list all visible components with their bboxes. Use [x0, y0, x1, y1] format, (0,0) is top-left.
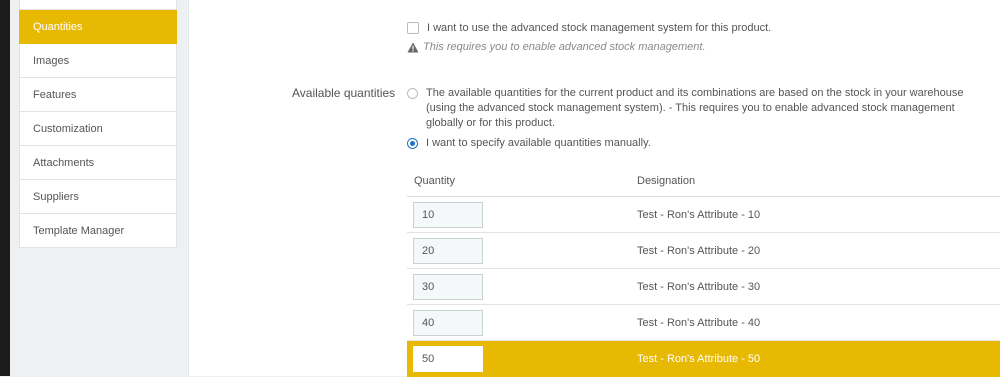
sidebar-top-item [19, 0, 177, 10]
radio-option-manual: I want to specify available quantities m… [407, 137, 651, 149]
table-row: Test - Ron's Attribute - 40 [407, 305, 1000, 341]
advanced-stock-row: I want to use the advanced stock managem… [407, 22, 771, 34]
table-row: Test - Ron's Attribute - 20 [407, 233, 1000, 269]
quantity-input[interactable] [413, 201, 483, 228]
available-quantities-label: Available quantities [292, 86, 396, 100]
sidebar-item-images[interactable]: Images [19, 44, 177, 78]
designation-cell: Test - Ron's Attribute - 30 [637, 280, 761, 293]
table-row-highlighted: Test - Ron's Attribute - 50 [407, 341, 1000, 377]
manual-radio-label[interactable]: I want to specify available quantities m… [426, 137, 651, 149]
advanced-stock-note: This requires you to enable advanced sto… [407, 41, 706, 53]
manual-radio[interactable] [407, 137, 418, 149]
quantity-input[interactable] [413, 309, 483, 336]
quantity-cell [407, 345, 637, 372]
left-edge-strip [0, 0, 10, 376]
warehouse-radio[interactable] [407, 88, 418, 99]
quantity-input[interactable] [413, 237, 483, 264]
quantity-input[interactable] [413, 345, 483, 372]
advanced-stock-checkbox[interactable] [407, 22, 419, 34]
quantities-table: Quantity Designation Test - Ron's Attrib… [407, 166, 1000, 377]
designation-cell: Test - Ron's Attribute - 10 [637, 208, 761, 221]
table-row: Test - Ron's Attribute - 10 [407, 197, 1000, 233]
sidebar-item-attachments[interactable]: Attachments [19, 146, 177, 180]
quantity-cell [407, 273, 637, 300]
quantity-cell [407, 237, 637, 264]
sidebar: Quantities Images Features Customization… [19, 0, 177, 248]
quantity-column-header: Quantity [414, 175, 455, 187]
designation-cell: Test - Ron's Attribute - 20 [637, 244, 761, 257]
sidebar-item-template-manager[interactable]: Template Manager [19, 214, 177, 248]
main-panel: I want to use the advanced stock managem… [188, 0, 1000, 377]
warehouse-radio-label[interactable]: The available quantities for the current… [426, 86, 986, 131]
advanced-stock-checkbox-label[interactable]: I want to use the advanced stock managem… [427, 22, 771, 34]
sidebar-item-customization[interactable]: Customization [19, 112, 177, 146]
quantity-input[interactable] [413, 273, 483, 300]
table-header: Quantity Designation [407, 166, 1000, 197]
advanced-stock-note-text: This requires you to enable advanced sto… [423, 41, 706, 53]
sidebar-item-quantities[interactable]: Quantities [19, 10, 177, 44]
radio-option-warehouse: The available quantities for the current… [407, 86, 986, 131]
designation-cell: Test - Ron's Attribute - 40 [637, 316, 761, 329]
warning-icon [407, 42, 419, 52]
table-row: Test - Ron's Attribute - 30 [407, 269, 1000, 305]
quantity-cell [407, 309, 637, 336]
sidebar-item-features[interactable]: Features [19, 78, 177, 112]
designation-column-header: Designation [637, 175, 696, 187]
quantity-cell [407, 201, 637, 228]
designation-cell: Test - Ron's Attribute - 50 [637, 352, 761, 365]
sidebar-item-suppliers[interactable]: Suppliers [19, 180, 177, 214]
